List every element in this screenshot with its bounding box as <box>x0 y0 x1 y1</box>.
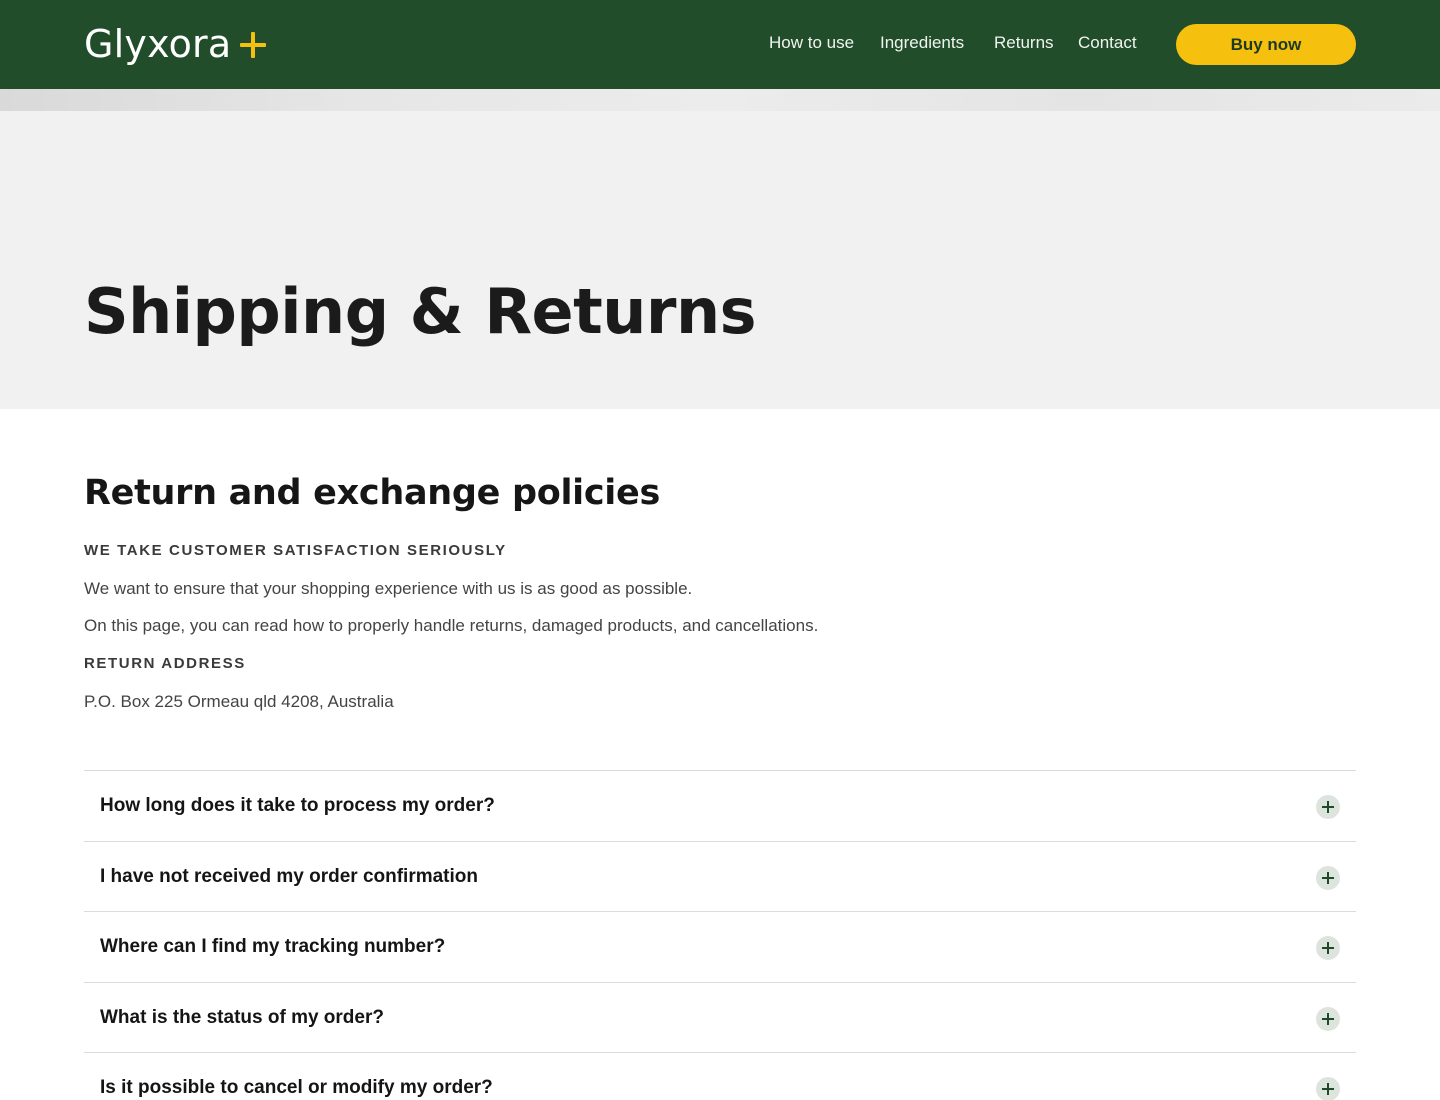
hero-banner: Shipping & Returns <box>0 89 1440 409</box>
logo[interactable]: Glyxora <box>84 20 267 68</box>
plus-icon[interactable] <box>1316 1077 1340 1100</box>
faq-question: What is the status of my order? <box>100 1006 384 1028</box>
page-title: Shipping & Returns <box>84 275 757 348</box>
return-address-eyebrow: RETURN ADDRESS <box>84 655 246 672</box>
plus-icon[interactable] <box>1316 1006 1340 1031</box>
nav-ingredients[interactable]: Ingredients <box>880 33 964 53</box>
faq-item[interactable]: How long does it take to process my orde… <box>84 771 1356 842</box>
logo-text: Glyxora <box>84 22 232 66</box>
faq-question: Where can I find my tracking number? <box>100 936 446 957</box>
buy-now-button[interactable]: Buy now <box>1176 24 1356 65</box>
faq-item[interactable]: Where can I find my tracking number? <box>84 912 1356 983</box>
policies-heading: Return and exchange policies <box>84 473 660 513</box>
plus-icon[interactable] <box>1316 936 1340 960</box>
plus-icon[interactable] <box>1316 865 1340 890</box>
faq-question: How long does it take to process my orde… <box>100 795 495 816</box>
faq-accordion: How long does it take to process my orde… <box>84 770 1356 1100</box>
info-paragraph: On this page, you can read how to proper… <box>84 616 819 635</box>
satisfaction-eyebrow: WE TAKE CUSTOMER SATISFACTION SERIOUSLY <box>84 542 507 559</box>
plus-icon[interactable] <box>1316 795 1340 819</box>
hero-background-strip <box>0 89 1440 111</box>
nav-contact[interactable]: Contact <box>1078 33 1137 53</box>
faq-question: Is it possible to cancel or modify my or… <box>100 1077 493 1098</box>
faq-question: I have not received my order confirmatio… <box>100 865 478 887</box>
faq-item[interactable]: Is it possible to cancel or modify my or… <box>84 1053 1356 1100</box>
faq-item[interactable]: What is the status of my order? <box>84 983 1356 1053</box>
site-header: Glyxora How to use Ingredients Returns C… <box>0 0 1440 89</box>
faq-item[interactable]: I have not received my order confirmatio… <box>84 842 1356 912</box>
nav-how-to-use[interactable]: How to use <box>769 33 854 53</box>
plus-icon <box>240 32 267 58</box>
return-address: P.O. Box 225 Ormeau qld 4208, Australia <box>84 692 394 711</box>
nav-returns[interactable]: Returns <box>994 33 1054 53</box>
intro-paragraph: We want to ensure that your shopping exp… <box>84 579 693 598</box>
